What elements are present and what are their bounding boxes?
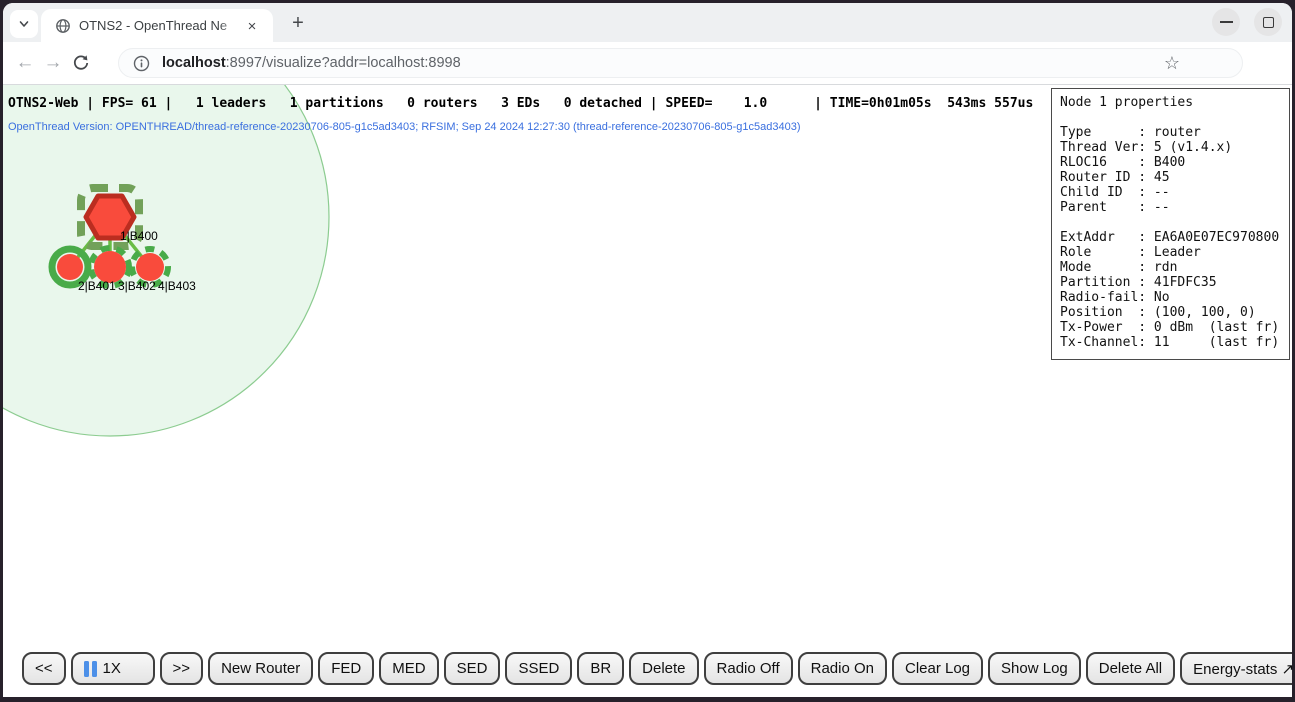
url-path: :8997/visualize?addr=localhost:8998 — [226, 55, 461, 71]
back-button[interactable]: ← — [11, 49, 39, 77]
url-text: localhost:8997/visualize?addr=localhost:… — [162, 55, 461, 71]
tab-close-icon[interactable]: × — [243, 17, 261, 35]
br-button[interactable]: BR — [577, 652, 624, 685]
window-maximize-button[interactable] — [1254, 8, 1282, 36]
url-host: localhost — [162, 55, 226, 71]
node-4-circle[interactable] — [136, 253, 164, 281]
reload-icon — [72, 54, 90, 72]
address-bar[interactable]: localhost:8997/visualize?addr=localhost:… — [118, 48, 1243, 78]
bookmark-star-icon[interactable]: ☆ — [1164, 54, 1180, 72]
reload-button[interactable] — [67, 49, 95, 77]
speed-label: 1X — [103, 660, 121, 677]
node-1-label: 1|B400 — [120, 229, 158, 243]
node-2-label: 2|B401 — [78, 279, 116, 293]
maximize-icon — [1263, 17, 1274, 28]
tab-strip: OTNS2 - OpenThread Ne × + — [3, 3, 1292, 42]
props-position: Position : (100, 100, 0) — [1060, 305, 1281, 320]
props-title: Node 1 properties — [1060, 95, 1281, 110]
props-rloc16: RLOC16 : B400 — [1060, 155, 1281, 170]
node-4-label: 4|B403 — [158, 279, 196, 293]
window-minimize-button[interactable] — [1212, 8, 1240, 36]
node-2-circle[interactable] — [57, 254, 83, 280]
action-toolbar: << 1X >> New Router FED MED SED SSED BR … — [22, 652, 1292, 685]
clear-log-button[interactable]: Clear Log — [892, 652, 983, 685]
tab-title: OTNS2 - OpenThread Ne — [79, 18, 239, 33]
props-blank — [1060, 110, 1281, 125]
delete-all-button[interactable]: Delete All — [1086, 652, 1175, 685]
rewind-button[interactable]: << — [22, 652, 66, 685]
pause-icon — [84, 661, 97, 677]
props-extaddr: ExtAddr : EA6A0E07EC970800 — [1060, 230, 1281, 245]
props-thread-ver: Thread Ver: 5 (v1.4.x) — [1060, 140, 1281, 155]
props-child-id: Child ID : -- — [1060, 185, 1281, 200]
sed-button[interactable]: SED — [444, 652, 501, 685]
new-router-button[interactable]: New Router — [208, 652, 313, 685]
otns-visualizer-page: 1|B400 2|B401 3|B402 4|B403 OTNS2-Web | … — [3, 85, 1292, 697]
props-tx-channel: Tx-Channel: 11 (last fr) — [1060, 335, 1281, 350]
props-router-id: Router ID : 45 — [1060, 170, 1281, 185]
props-role: Role : Leader — [1060, 245, 1281, 260]
show-log-button[interactable]: Show Log — [988, 652, 1081, 685]
tab-search-button[interactable] — [10, 10, 38, 38]
tab-otns2[interactable]: OTNS2 - OpenThread Ne × — [41, 9, 273, 42]
energy-stats-button[interactable]: Energy-stats ↗ — [1180, 652, 1292, 685]
browser-toolbar: ← → localhost:8997/visualize?addr=localh… — [3, 42, 1292, 85]
radio-off-button[interactable]: Radio Off — [704, 652, 793, 685]
new-tab-button[interactable]: + — [285, 11, 311, 35]
openthread-version-text: OpenThread Version: OPENTHREAD/thread-re… — [8, 121, 801, 133]
fast-forward-button[interactable]: >> — [160, 652, 204, 685]
props-tx-power: Tx-Power : 0 dBm (last fr) — [1060, 320, 1281, 335]
fed-button[interactable]: FED — [318, 652, 374, 685]
node-3-label: 3|B402 — [118, 279, 156, 293]
minimize-icon — [1220, 21, 1233, 23]
props-blank-2 — [1060, 215, 1281, 230]
med-button[interactable]: MED — [379, 652, 438, 685]
speed-button[interactable]: 1X — [71, 652, 155, 685]
node-properties-panel: Node 1 properties Type : router Thread V… — [1051, 88, 1290, 360]
props-radio-fail: Radio-fail: No — [1060, 290, 1281, 305]
globe-favicon-icon — [55, 18, 71, 34]
delete-button[interactable]: Delete — [629, 652, 698, 685]
props-parent: Parent : -- — [1060, 200, 1281, 215]
props-mode: Mode : rdn — [1060, 260, 1281, 275]
simulation-status-bar: OTNS2-Web | FPS= 61 | 1 leaders 1 partit… — [8, 96, 1033, 111]
site-info-icon[interactable] — [133, 55, 150, 72]
forward-button[interactable]: → — [39, 49, 67, 77]
chevron-down-icon — [17, 17, 31, 31]
props-partition: Partition : 41FDFC35 — [1060, 275, 1281, 290]
radio-on-button[interactable]: Radio On — [798, 652, 887, 685]
ssed-button[interactable]: SSED — [505, 652, 572, 685]
props-type: Type : router — [1060, 125, 1281, 140]
browser-window: OTNS2 - OpenThread Ne × + ← → lo — [3, 3, 1292, 697]
tab-title-fade — [219, 15, 245, 37]
